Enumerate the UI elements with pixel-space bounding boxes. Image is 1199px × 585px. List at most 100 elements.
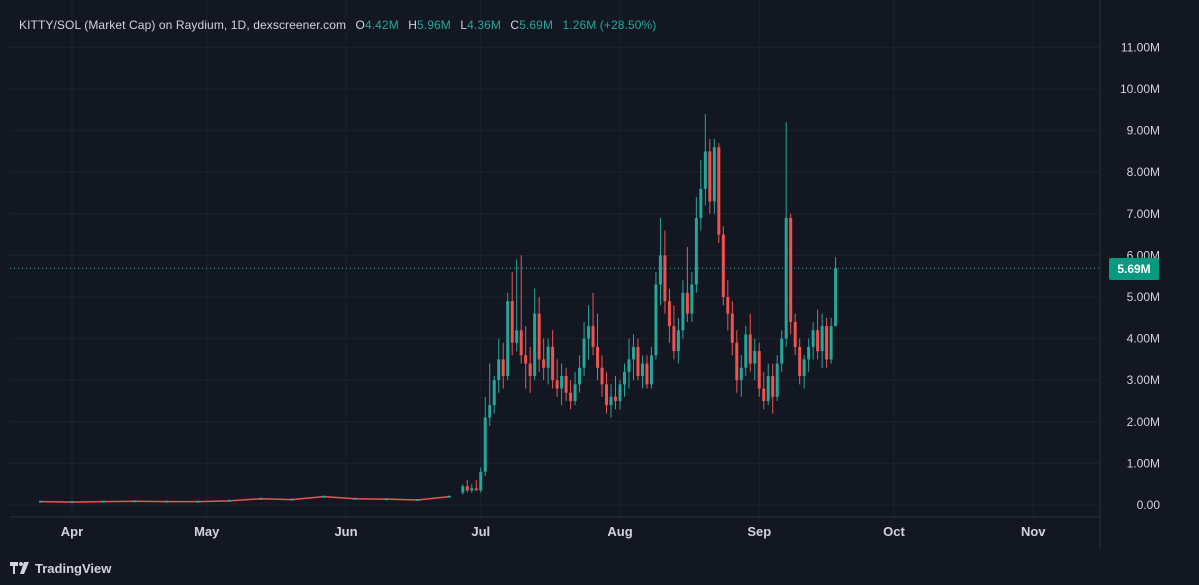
early-candle — [70, 501, 74, 504]
candle-body — [748, 334, 752, 364]
candle-body — [672, 326, 676, 352]
candle-body — [789, 217, 793, 322]
candle-body — [649, 355, 653, 385]
last-price-tag: 5.69M — [1109, 258, 1159, 280]
x-tick-label: Jun — [334, 524, 357, 539]
y-tick-label: 10.00M — [1120, 82, 1160, 96]
brand-name: TradingView — [35, 560, 112, 576]
y-tick-label: 0.00 — [1137, 498, 1161, 512]
candle-body — [784, 217, 788, 339]
candles — [461, 113, 838, 495]
candle-body — [528, 363, 532, 377]
y-tick-label: 7.00M — [1127, 207, 1160, 221]
candle-body — [712, 147, 716, 202]
candle-body — [753, 351, 757, 364]
x-tick-label: Nov — [1021, 524, 1046, 539]
candle-body — [825, 326, 829, 360]
open-value: 4.42M — [364, 18, 399, 32]
x-axis: Apr May Jun Jul Aug Sep Oct Nov — [61, 524, 1046, 539]
candle-body — [703, 151, 707, 189]
candle-body — [699, 188, 703, 218]
candle-body — [739, 367, 743, 381]
chart-legend: KITTY/SOL (Market Cap) on Raydium, 1D, d… — [19, 18, 656, 32]
candle-body — [600, 367, 604, 385]
close-value: 5.69M — [519, 18, 554, 32]
early-candle — [227, 499, 231, 502]
candle-body — [726, 297, 730, 314]
candle-body — [735, 342, 739, 381]
early-candle — [101, 500, 105, 503]
early-candle — [164, 500, 168, 503]
candle-body — [834, 268, 838, 327]
candle-body — [506, 301, 510, 377]
candle-body — [474, 488, 478, 491]
candle-body — [596, 346, 600, 368]
close-label: C — [510, 18, 520, 32]
candle-body — [721, 234, 725, 297]
x-tick-label: May — [194, 524, 220, 539]
candle-body — [744, 334, 748, 368]
candle-body — [533, 313, 537, 377]
high-value: 5.96M — [417, 18, 451, 32]
candle-body — [811, 330, 815, 347]
candle-body — [658, 255, 662, 285]
low-value: 4.36M — [467, 18, 501, 32]
candle-body — [757, 351, 761, 389]
early-candle — [259, 497, 263, 500]
candle-body — [622, 371, 626, 385]
candle-body — [645, 363, 649, 385]
candlestick-chart[interactable]: 0.001.00M2.00M3.00M4.00M5.00M6.00M7.00M8… — [0, 0, 1199, 585]
candle-body — [654, 284, 658, 356]
candle-body — [551, 346, 555, 381]
candle-body — [690, 284, 694, 314]
candle-body — [730, 313, 734, 343]
candle-body — [636, 346, 640, 377]
early-candle — [322, 495, 326, 498]
candle-body — [582, 338, 586, 368]
candle-body — [829, 326, 833, 360]
early-candle — [196, 500, 200, 503]
chart-grid — [10, 0, 1100, 517]
y-tick-label: 8.00M — [1127, 165, 1160, 179]
candle-body — [465, 486, 469, 491]
candle-body — [614, 396, 618, 401]
symbol-title: KITTY/SOL (Market Cap) on Raydium, 1D, d… — [19, 18, 347, 32]
x-tick-label: Aug — [607, 524, 632, 539]
tradingview-branding[interactable]: TradingView — [10, 558, 111, 578]
high-label: H — [408, 18, 418, 32]
early-candle — [290, 498, 294, 501]
early-candle — [133, 500, 137, 503]
candle-body — [461, 486, 465, 493]
y-tick-label: 1.00M — [1127, 456, 1160, 470]
candle-body — [587, 326, 591, 339]
candle-body — [775, 363, 779, 397]
candle-body — [515, 330, 519, 343]
candle-body — [555, 380, 559, 389]
candle-body — [807, 346, 811, 360]
candle-body — [537, 313, 541, 360]
early-candle — [353, 497, 357, 500]
candle-body — [488, 405, 492, 418]
candle-body — [685, 292, 689, 314]
candle-body — [798, 346, 802, 377]
candle-body — [627, 359, 631, 372]
y-tick-label: 2.00M — [1127, 415, 1160, 429]
candle-body — [564, 376, 568, 393]
candle-body — [479, 471, 483, 491]
candle-body — [510, 301, 514, 343]
candle-body — [717, 147, 721, 235]
candle-body — [816, 330, 820, 352]
x-tick-label: Apr — [61, 524, 83, 539]
candle-body — [618, 384, 622, 401]
early-candle — [447, 495, 451, 498]
candle-body — [762, 388, 766, 401]
early-price-line — [40, 495, 450, 503]
candle-body — [640, 363, 644, 377]
candle-body — [573, 384, 577, 401]
candle-body — [771, 376, 775, 397]
chart-frame: 0.00 1.00M 2.00M 3.00M 4.00M 5.00M 6.00M 7.00M 8… — [0, 0, 1199, 585]
y-tick-label: 11.00M — [1121, 40, 1160, 54]
candle-body — [820, 326, 824, 352]
candle-body — [793, 321, 797, 347]
candle-body — [470, 488, 474, 491]
